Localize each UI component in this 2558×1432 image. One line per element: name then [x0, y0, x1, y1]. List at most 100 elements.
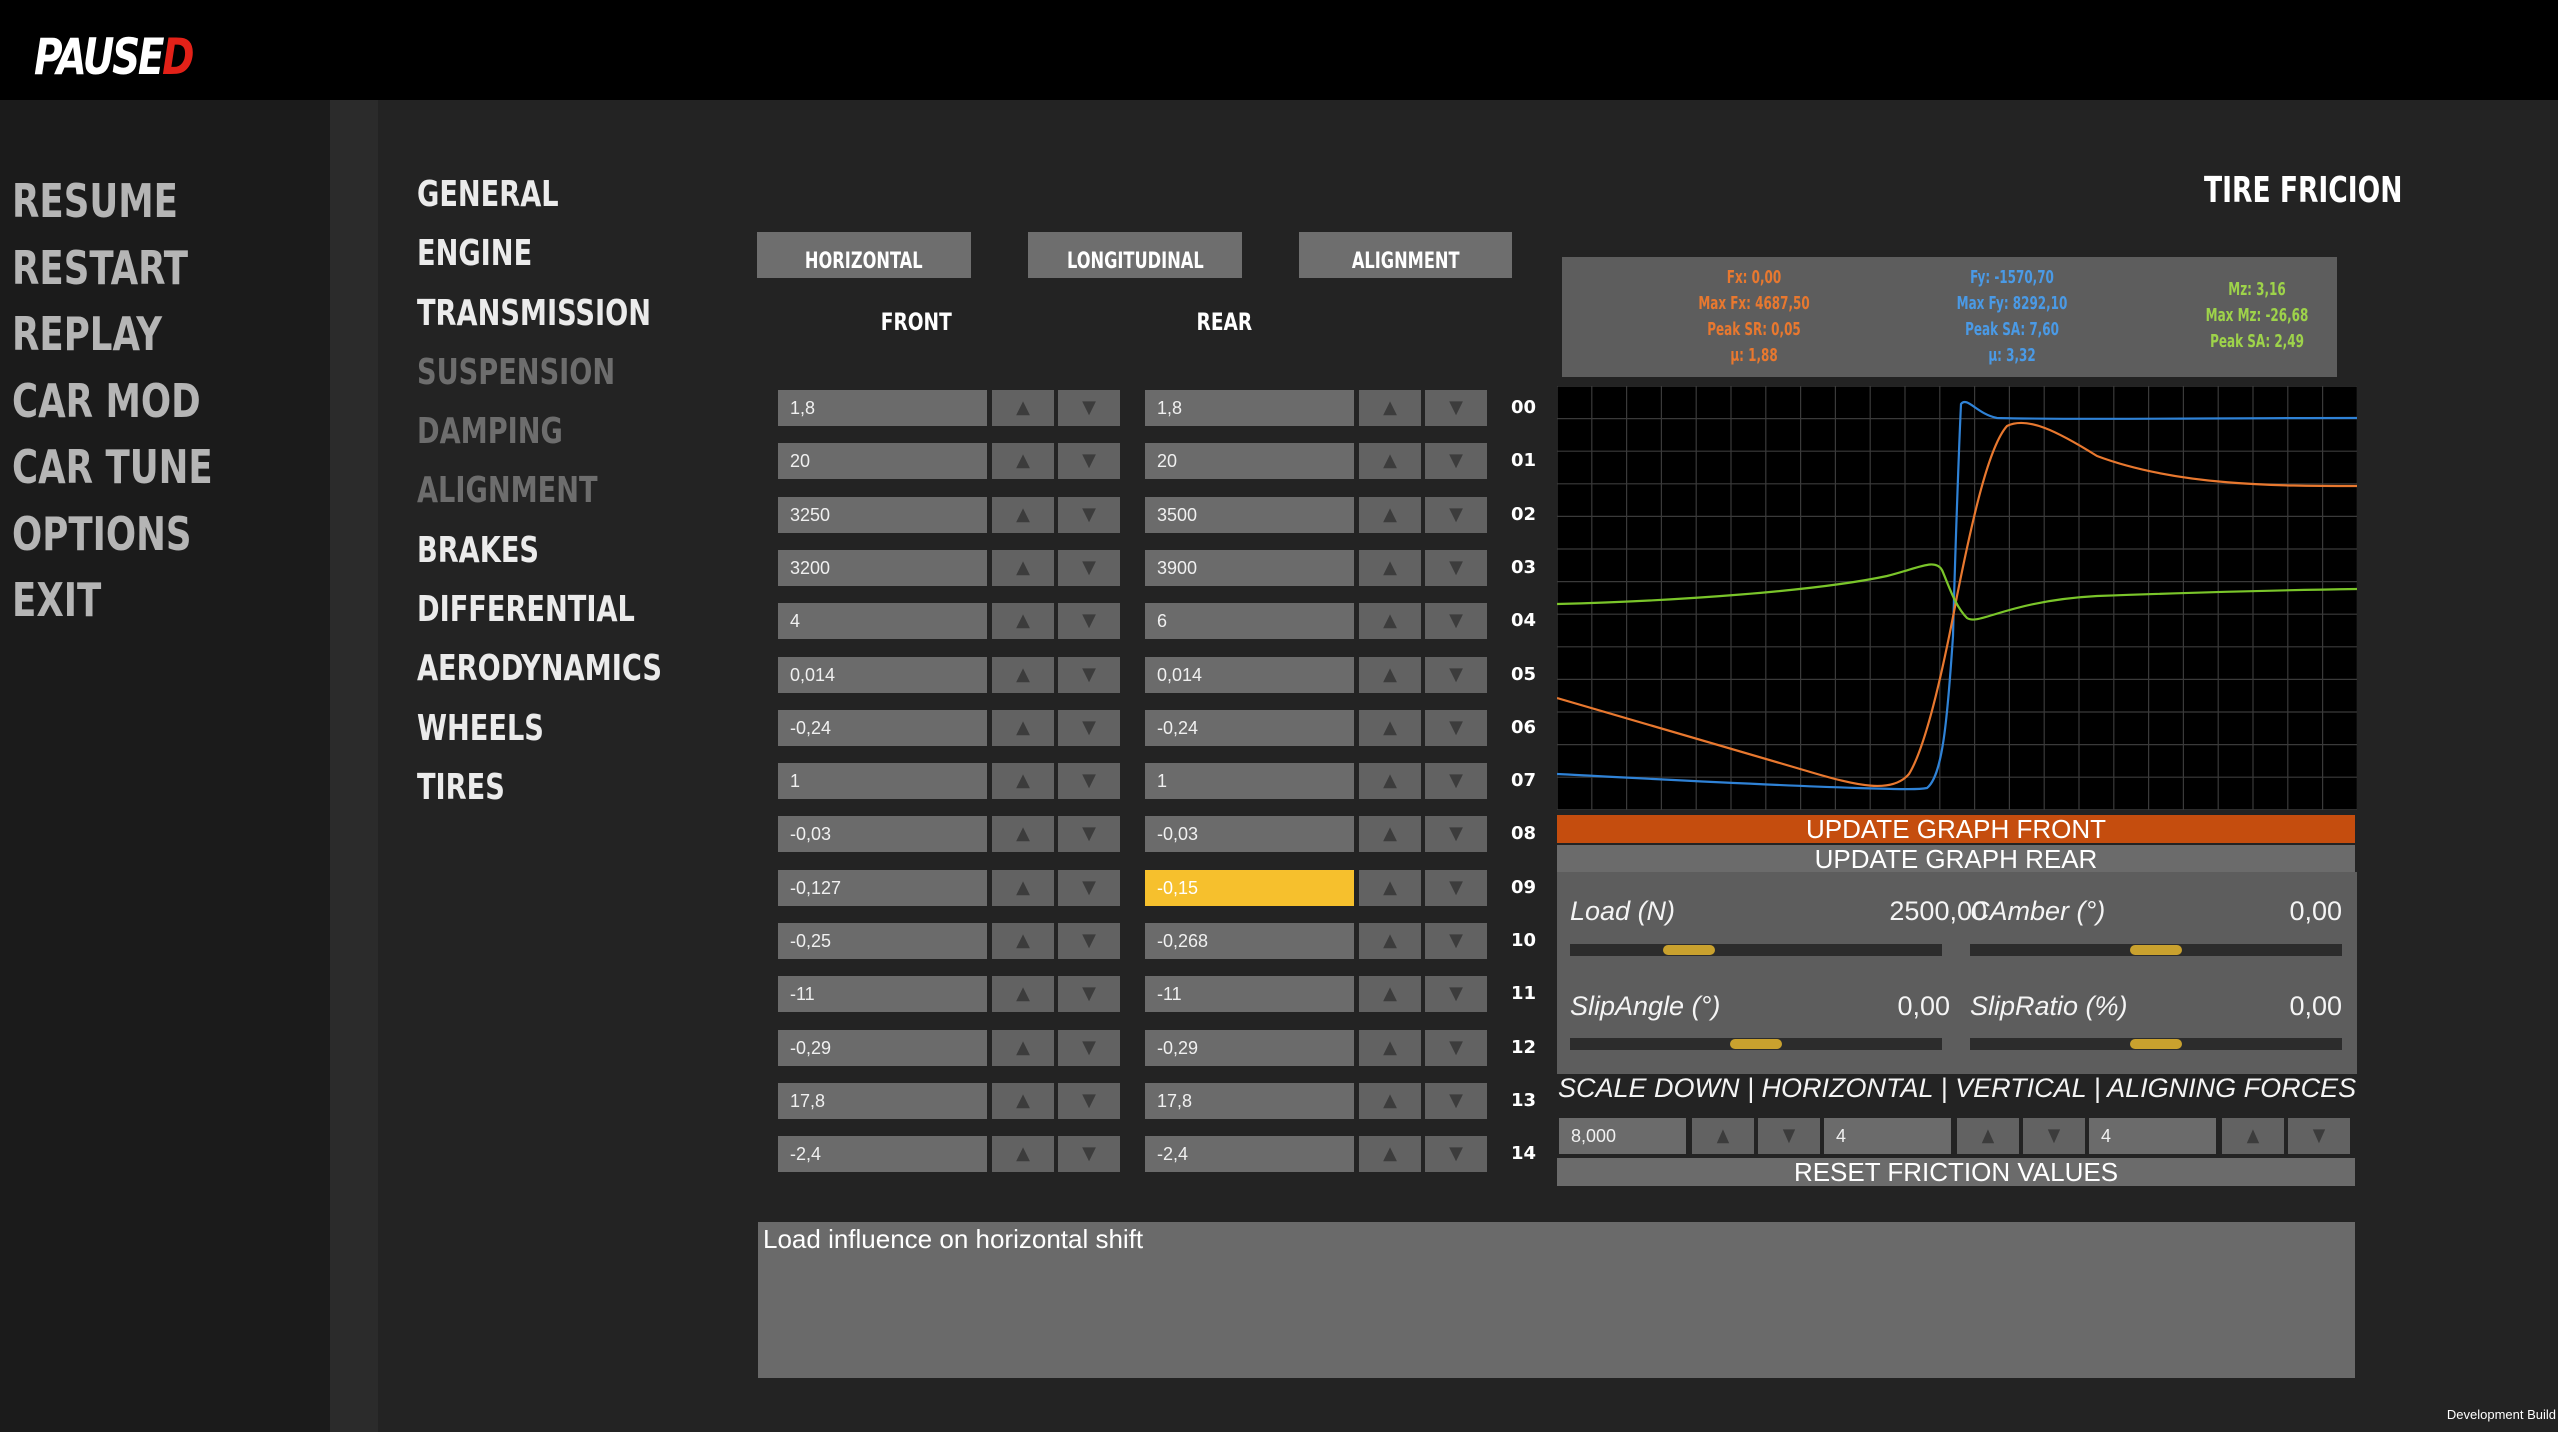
front-decrement-button[interactable]: ▼	[1058, 870, 1120, 906]
rear-value-field[interactable]: -2,4	[1145, 1136, 1354, 1172]
front-value-field[interactable]: 3200	[778, 550, 987, 586]
rear-increment-button[interactable]: ▲	[1359, 443, 1421, 479]
rear-increment-button[interactable]: ▲	[1359, 1136, 1421, 1172]
front-increment-button[interactable]: ▲	[992, 1136, 1054, 1172]
rear-decrement-button[interactable]: ▼	[1425, 603, 1487, 639]
scale-horizontal-up-button[interactable]: ▲	[1692, 1118, 1754, 1154]
rear-increment-button[interactable]: ▲	[1359, 870, 1421, 906]
submenu-transmission[interactable]: TRANSMISSION	[417, 285, 662, 344]
menu-restart[interactable]: RESTART	[12, 235, 213, 302]
tab-longitudinal[interactable]: LONGITUDINAL	[1028, 232, 1242, 278]
submenu-aerodynamics[interactable]: AERODYNAMICS	[417, 640, 662, 699]
front-value-field[interactable]: -11	[778, 976, 987, 1012]
front-value-field[interactable]: -0,25	[778, 923, 987, 959]
rear-value-field[interactable]: 1	[1145, 763, 1354, 799]
rear-value-field[interactable]: 6	[1145, 603, 1354, 639]
front-decrement-button[interactable]: ▼	[1058, 816, 1120, 852]
rear-value-field[interactable]: -0,15	[1145, 870, 1354, 906]
submenu-general[interactable]: GENERAL	[417, 166, 662, 225]
front-decrement-button[interactable]: ▼	[1058, 763, 1120, 799]
submenu-wheels[interactable]: WHEELS	[417, 700, 662, 759]
submenu-tires[interactable]: TIRES	[417, 759, 662, 818]
front-value-field[interactable]: 20	[778, 443, 987, 479]
front-value-field[interactable]: -0,29	[778, 1030, 987, 1066]
rear-decrement-button[interactable]: ▼	[1425, 1083, 1487, 1119]
front-decrement-button[interactable]: ▼	[1058, 976, 1120, 1012]
front-increment-button[interactable]: ▲	[992, 657, 1054, 693]
front-increment-button[interactable]: ▲	[992, 923, 1054, 959]
rear-increment-button[interactable]: ▲	[1359, 976, 1421, 1012]
front-decrement-button[interactable]: ▼	[1058, 710, 1120, 746]
rear-value-field[interactable]: 3900	[1145, 550, 1354, 586]
front-decrement-button[interactable]: ▼	[1058, 1030, 1120, 1066]
front-increment-button[interactable]: ▲	[992, 763, 1054, 799]
submenu-engine[interactable]: ENGINE	[417, 225, 662, 284]
slip-angle-slider-thumb[interactable]	[1730, 1039, 1782, 1049]
menu-resume[interactable]: RESUME	[12, 168, 213, 235]
camber-slider[interactable]	[1970, 944, 2342, 956]
rear-value-field[interactable]: -0,24	[1145, 710, 1354, 746]
front-increment-button[interactable]: ▲	[992, 603, 1054, 639]
front-decrement-button[interactable]: ▼	[1058, 1083, 1120, 1119]
front-decrement-button[interactable]: ▼	[1058, 1136, 1120, 1172]
rear-increment-button[interactable]: ▲	[1359, 1083, 1421, 1119]
front-increment-button[interactable]: ▲	[992, 976, 1054, 1012]
tab-horizontal[interactable]: HORIZONTAL	[757, 232, 971, 278]
rear-increment-button[interactable]: ▲	[1359, 390, 1421, 426]
front-value-field[interactable]: 3250	[778, 497, 987, 533]
menu-options[interactable]: OPTIONS	[12, 501, 213, 568]
rear-decrement-button[interactable]: ▼	[1425, 657, 1487, 693]
front-increment-button[interactable]: ▲	[992, 550, 1054, 586]
rear-decrement-button[interactable]: ▼	[1425, 870, 1487, 906]
front-value-field[interactable]: 4	[778, 603, 987, 639]
rear-increment-button[interactable]: ▲	[1359, 763, 1421, 799]
update-graph-front-button[interactable]: UPDATE GRAPH FRONT	[1557, 815, 2355, 843]
front-value-field[interactable]: -0,03	[778, 816, 987, 852]
front-value-field[interactable]: -0,127	[778, 870, 987, 906]
rear-increment-button[interactable]: ▲	[1359, 550, 1421, 586]
front-increment-button[interactable]: ▲	[992, 497, 1054, 533]
rear-decrement-button[interactable]: ▼	[1425, 763, 1487, 799]
front-decrement-button[interactable]: ▼	[1058, 603, 1120, 639]
front-value-field[interactable]: 1	[778, 763, 987, 799]
rear-value-field[interactable]: 1,8	[1145, 390, 1354, 426]
rear-value-field[interactable]: 0,014	[1145, 657, 1354, 693]
rear-increment-button[interactable]: ▲	[1359, 657, 1421, 693]
front-value-field[interactable]: -0,24	[778, 710, 987, 746]
submenu-differential[interactable]: DIFFERENTIAL	[417, 581, 662, 640]
tab-alignment[interactable]: ALIGNMENT	[1299, 232, 1512, 278]
rear-decrement-button[interactable]: ▼	[1425, 390, 1487, 426]
load-slider[interactable]	[1570, 944, 1942, 956]
front-increment-button[interactable]: ▲	[992, 1083, 1054, 1119]
rear-value-field[interactable]: 20	[1145, 443, 1354, 479]
slip-ratio-slider-thumb[interactable]	[2130, 1039, 2182, 1049]
menu-car-mod[interactable]: CAR MOD	[12, 368, 213, 435]
rear-value-field[interactable]: -0,29	[1145, 1030, 1354, 1066]
scale-aligning-field[interactable]: 4	[2089, 1118, 2216, 1154]
front-decrement-button[interactable]: ▼	[1058, 443, 1120, 479]
rear-decrement-button[interactable]: ▼	[1425, 497, 1487, 533]
rear-increment-button[interactable]: ▲	[1359, 497, 1421, 533]
rear-decrement-button[interactable]: ▼	[1425, 550, 1487, 586]
scale-horizontal-field[interactable]: 8,000	[1559, 1118, 1686, 1154]
load-slider-thumb[interactable]	[1663, 945, 1715, 955]
scale-vertical-down-button[interactable]: ▼	[2023, 1118, 2085, 1154]
front-value-field[interactable]: 17,8	[778, 1083, 987, 1119]
front-decrement-button[interactable]: ▼	[1058, 497, 1120, 533]
rear-value-field[interactable]: 3500	[1145, 497, 1354, 533]
rear-decrement-button[interactable]: ▼	[1425, 1030, 1487, 1066]
rear-value-field[interactable]: 17,8	[1145, 1083, 1354, 1119]
scale-vertical-field[interactable]: 4	[1824, 1118, 1951, 1154]
menu-car-tune[interactable]: CAR TUNE	[12, 434, 213, 501]
rear-decrement-button[interactable]: ▼	[1425, 976, 1487, 1012]
front-value-field[interactable]: 1,8	[778, 390, 987, 426]
update-graph-rear-button[interactable]: UPDATE GRAPH REAR	[1557, 845, 2355, 873]
rear-increment-button[interactable]: ▲	[1359, 1030, 1421, 1066]
slip-ratio-slider[interactable]	[1970, 1038, 2342, 1050]
front-increment-button[interactable]: ▲	[992, 816, 1054, 852]
scale-aligning-down-button[interactable]: ▼	[2288, 1118, 2350, 1154]
scale-aligning-up-button[interactable]: ▲	[2222, 1118, 2284, 1154]
slip-angle-slider[interactable]	[1570, 1038, 1942, 1050]
rear-value-field[interactable]: -0,268	[1145, 923, 1354, 959]
rear-decrement-button[interactable]: ▼	[1425, 443, 1487, 479]
